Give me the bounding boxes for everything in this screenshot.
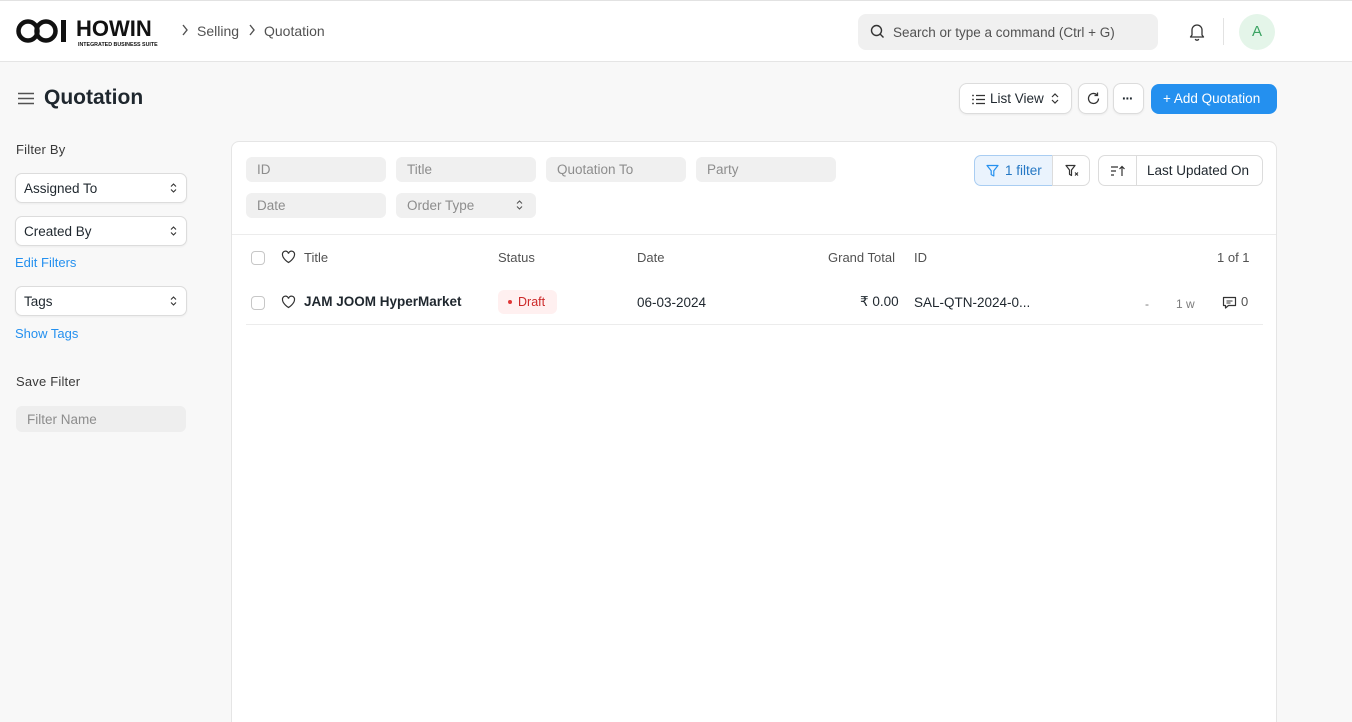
more-actions-button[interactable]: ···: [1113, 83, 1144, 114]
search-icon: [870, 24, 885, 42]
list-panel: ID Title Quotation To Party Date Order T…: [231, 141, 1277, 722]
date-column-header: Date: [637, 250, 665, 265]
row-assigned: -: [1145, 297, 1149, 311]
list-icon: [972, 93, 985, 108]
grand-total-column-header: Grand Total: [828, 250, 895, 265]
show-tags-link[interactable]: Show Tags: [15, 326, 78, 341]
quotation-to-filter-field[interactable]: Quotation To: [546, 157, 686, 182]
page-title: Quotation: [44, 86, 144, 109]
tags-label: Tags: [24, 294, 53, 309]
notification-bell-icon[interactable]: [1188, 22, 1206, 44]
filter-by-heading: Filter By: [16, 142, 66, 157]
status-dot: [508, 300, 512, 304]
sort-field-label: Last Updated On: [1147, 163, 1250, 178]
sort-order-button[interactable]: [1098, 155, 1137, 186]
avatar[interactable]: A: [1239, 14, 1275, 50]
status-badge: Draft: [498, 290, 557, 314]
active-filter-button[interactable]: 1 filter: [974, 155, 1053, 186]
list-view-label: List View: [990, 91, 1044, 106]
created-by-select[interactable]: Created By: [15, 216, 187, 246]
assigned-to-select[interactable]: Assigned To: [15, 173, 187, 203]
breadcrumb-chevron-icon: [181, 24, 189, 39]
tags-select[interactable]: Tags: [15, 286, 187, 316]
list-view-button[interactable]: List View: [959, 83, 1072, 114]
party-filter-placeholder: Party: [707, 162, 739, 177]
filter-funnel-icon: [986, 164, 999, 181]
filter-clear-icon: [1065, 164, 1079, 181]
heart-icon[interactable]: [281, 250, 296, 267]
status-column-header: Status: [498, 250, 535, 265]
sort-field-button[interactable]: Last Updated On: [1136, 155, 1263, 186]
clear-filters-button[interactable]: [1052, 155, 1090, 186]
add-quotation-button[interactable]: + Add Quotation: [1151, 84, 1277, 114]
select-caret-icon: [170, 182, 177, 197]
row-comment-count: 0: [1241, 294, 1249, 309]
refresh-button[interactable]: [1078, 83, 1108, 114]
title-filter-field[interactable]: Title: [396, 157, 536, 182]
select-caret-icon: [170, 225, 177, 240]
comment-icon[interactable]: [1222, 296, 1237, 313]
order-type-filter-placeholder: Order Type: [407, 198, 475, 213]
id-filter-placeholder: ID: [257, 162, 271, 177]
refresh-icon: [1086, 91, 1101, 109]
filter-divider: [232, 234, 1276, 235]
filter-count-label: 1 filter: [1005, 163, 1042, 178]
created-by-label: Created By: [24, 224, 92, 239]
sidebar-toggle-icon[interactable]: [18, 92, 34, 105]
status-label: Draft: [518, 295, 546, 309]
row-divider: [246, 324, 1263, 325]
row-title[interactable]: JAM JOOM HyperMarket: [304, 294, 462, 309]
breadcrumb-selling[interactable]: Selling: [197, 23, 239, 39]
title-filter-placeholder: Title: [407, 162, 433, 177]
row-date: 06-03-2024: [637, 295, 707, 310]
order-type-filter-select[interactable]: Order Type: [396, 193, 536, 218]
navbar: HOWIN INTEGRATED BUSINESS SUITE Selling …: [0, 0, 1352, 62]
breadcrumb-chevron-icon: [248, 24, 256, 39]
save-filter-heading: Save Filter: [16, 374, 81, 389]
row-grand-total: ₹ 0.00: [860, 294, 899, 309]
sort-caret-icon: [1051, 92, 1059, 108]
select-caret-icon: [170, 295, 177, 310]
more-dots-icon: ···: [1122, 91, 1133, 106]
id-column-header: ID: [914, 250, 927, 265]
quotation-to-filter-placeholder: Quotation To: [557, 162, 634, 177]
assigned-to-label: Assigned To: [24, 181, 98, 196]
date-filter-placeholder: Date: [257, 198, 286, 213]
search-bar[interactable]: Search or type a command (Ctrl + G): [858, 14, 1158, 50]
sort-ascending-icon: [1110, 165, 1126, 180]
select-all-checkbox[interactable]: [251, 251, 265, 265]
filter-name-placeholder: Filter Name: [27, 412, 97, 427]
select-caret-icon: [516, 199, 523, 214]
row-id: SAL-QTN-2024-0...: [914, 295, 1031, 310]
filter-name-input[interactable]: Filter Name: [16, 406, 186, 432]
row-modified: 1 w: [1176, 297, 1195, 311]
id-filter-field[interactable]: ID: [246, 157, 386, 182]
breadcrumb-quotation[interactable]: Quotation: [264, 23, 325, 39]
party-filter-field[interactable]: Party: [696, 157, 836, 182]
title-column-header: Title: [304, 250, 329, 265]
heart-icon[interactable]: [281, 295, 296, 312]
record-count: 1 of 1: [1217, 250, 1250, 265]
navbar-divider: [1223, 18, 1224, 45]
brand-tagline: INTEGRATED BUSINESS SUITE: [78, 42, 158, 48]
add-quotation-label: + Add Quotation: [1163, 91, 1261, 106]
row-checkbox[interactable]: [251, 296, 265, 310]
search-placeholder: Search or type a command (Ctrl + G): [893, 25, 1115, 40]
brand-name: HOWIN: [76, 16, 152, 41]
edit-filters-link[interactable]: Edit Filters: [15, 255, 76, 270]
date-filter-field[interactable]: Date: [246, 193, 386, 218]
howin-logo[interactable]: HOWIN INTEGRATED BUSINESS SUITE: [16, 15, 168, 49]
